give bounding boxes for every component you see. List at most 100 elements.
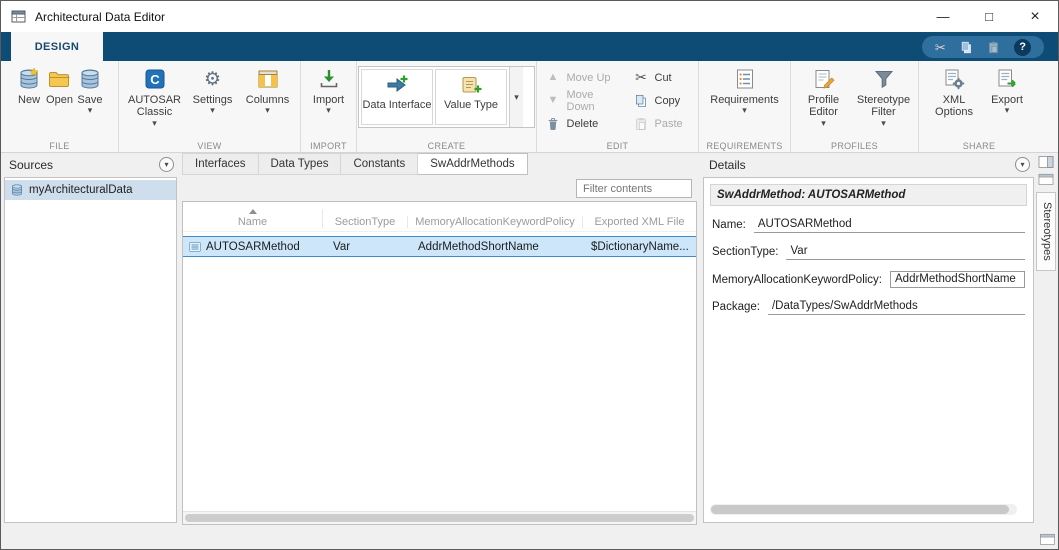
profile-editor-button[interactable]: Profile Editor ▾ (795, 63, 853, 127)
save-button[interactable]: Save ▾ (75, 63, 105, 114)
move-down-button[interactable]: ▼ Move Down (542, 89, 628, 112)
arrow-up-icon: ▲ (548, 72, 559, 83)
new-database-icon (17, 67, 41, 91)
maximize-button[interactable]: □ (966, 1, 1012, 32)
chevron-down-icon: ▾ (210, 106, 215, 114)
chevron-down-icon: ▾ (742, 106, 747, 114)
ribbon-section-view: AUTOSAR Classic ▾ ⚙ Settings ▾ Columns ▾… (119, 61, 301, 152)
funnel-icon (872, 67, 896, 91)
tab-design[interactable]: DESIGN (11, 32, 103, 61)
column-header-memory-policy[interactable]: MemoryAllocationKeywordPolicy (408, 216, 583, 228)
settings-button[interactable]: ⚙ Settings ▾ (186, 63, 240, 127)
column-header-sectiontype[interactable]: SectionType (323, 216, 408, 228)
sources-list: myArchitecturalData (4, 177, 177, 523)
open-folder-icon (47, 67, 71, 91)
scrollbar-thumb[interactable] (711, 505, 1009, 514)
section-label-share: SHARE (919, 141, 1039, 151)
new-button[interactable]: New (14, 63, 44, 114)
memory-policy-label: MemoryAllocationKeywordPolicy: (712, 274, 882, 288)
tab-data-types[interactable]: Data Types (259, 153, 342, 175)
table-horizontal-scrollbar[interactable] (183, 511, 696, 524)
filter-input[interactable] (576, 179, 692, 198)
xml-options-icon (942, 67, 966, 91)
move-up-button[interactable]: ▲ Move Up (542, 66, 628, 89)
database-icon (10, 183, 24, 197)
column-header-exported-xml[interactable]: Exported XML File (583, 216, 696, 228)
paste-icon[interactable] (986, 40, 1001, 55)
corner-panel-icon[interactable] (1039, 532, 1056, 546)
table-header-row: Name SectionType MemoryAllocationKeyword… (183, 202, 696, 232)
open-button[interactable]: Open (44, 63, 75, 114)
section-label-edit: EDIT (537, 141, 698, 151)
details-panel: Details ▾ SwAddrMethod: AUTOSARMethod Na… (701, 153, 1036, 549)
ribbon-section-requirements: Requirements ▾ REQUIREMENTS (699, 61, 791, 152)
stereotypes-side-tab[interactable]: Stereotypes (1036, 192, 1056, 271)
paste-button[interactable]: Paste (630, 112, 694, 135)
export-button[interactable]: Export ▾ (982, 63, 1032, 119)
copy-icon (633, 93, 649, 109)
cut-button[interactable]: ✂ Cut (630, 66, 694, 89)
sources-collapse-button[interactable]: ▾ (159, 157, 174, 172)
sources-panel-title: Sources (9, 158, 53, 172)
close-button[interactable]: × (1012, 1, 1058, 32)
scrollbar-thumb[interactable] (185, 514, 694, 522)
section-label-profiles: PROFILES (791, 141, 918, 151)
section-label-view: VIEW (119, 141, 300, 151)
swaddrmethods-table: Name SectionType MemoryAllocationKeyword… (182, 201, 697, 525)
name-label: Name: (712, 219, 746, 233)
table-row[interactable]: AUTOSARMethod Var AddrMethodShortName $D… (183, 236, 696, 257)
stereotype-filter-button[interactable]: Stereotype Filter ▾ (853, 63, 915, 127)
columns-icon (256, 67, 280, 91)
details-form: SwAddrMethod: AUTOSARMethod Name: AUTOSA… (703, 177, 1034, 523)
copy-icon[interactable] (959, 40, 974, 55)
tab-constants[interactable]: Constants (341, 153, 418, 175)
copy-button[interactable]: Copy (630, 89, 694, 112)
arrow-down-icon: ▼ (548, 95, 559, 106)
gear-icon: ⚙ (204, 70, 221, 89)
sectiontype-label: SectionType: (712, 246, 778, 260)
columns-button[interactable]: Columns ▾ (240, 63, 296, 127)
clipboard-icon (633, 116, 649, 132)
requirements-button[interactable]: Requirements ▾ (704, 63, 786, 114)
import-button[interactable]: Import ▾ (311, 63, 346, 114)
sort-ascending-icon (249, 209, 257, 214)
swaddrmethod-icon (188, 240, 202, 254)
trash-icon (545, 116, 561, 132)
minimize-button[interactable]: — (920, 1, 966, 32)
sectiontype-field[interactable]: Var (786, 244, 1025, 260)
dock-panel-icon[interactable] (1037, 172, 1055, 186)
chevron-down-icon: ▾ (1005, 106, 1010, 114)
tab-swaddrmethods[interactable]: SwAddrMethods (418, 153, 527, 175)
ribbon-section-create: Data Interface Value Type ▾ CREATE (357, 61, 537, 152)
name-field[interactable]: AUTOSARMethod (754, 217, 1025, 233)
scissors-icon: ✂ (633, 69, 650, 86)
autosar-classic-button[interactable]: AUTOSAR Classic ▾ (124, 63, 186, 127)
ribbon: New Open Save ▾ FILE AUTOSAR Classic ▾ ⚙ (1, 61, 1058, 153)
details-panel-title: Details (709, 158, 746, 172)
import-icon (317, 67, 341, 91)
value-type-button[interactable]: Value Type (435, 69, 507, 125)
source-item[interactable]: myArchitecturalData (5, 180, 176, 200)
section-label-create: CREATE (357, 141, 536, 151)
delete-button[interactable]: Delete (542, 112, 628, 135)
help-button[interactable]: ? (1014, 39, 1031, 56)
toolstrip-tab-band: DESIGN ✂ ? (1, 32, 1058, 61)
chevron-down-icon: ▾ (152, 119, 157, 127)
column-header-name[interactable]: Name (183, 209, 323, 228)
autosar-classic-icon (143, 67, 167, 91)
package-field[interactable]: /DataTypes/SwAddrMethods (768, 299, 1025, 315)
data-interface-button[interactable]: Data Interface (361, 69, 433, 125)
tab-interfaces[interactable]: Interfaces (182, 153, 259, 175)
ribbon-section-share: XML Options Export ▾ SHARE (919, 61, 1039, 152)
details-collapse-button[interactable]: ▾ (1015, 157, 1030, 172)
dock-layout-icon[interactable] (1037, 155, 1055, 169)
cut-icon[interactable]: ✂ (935, 41, 946, 54)
xml-options-button[interactable]: XML Options (926, 63, 982, 119)
save-database-icon (78, 67, 102, 91)
chevron-down-icon: ▾ (88, 106, 93, 114)
memory-policy-field[interactable]: AddrMethodShortName (890, 271, 1025, 288)
gallery-dropdown-button[interactable]: ▾ (509, 67, 523, 127)
export-icon (995, 67, 1019, 91)
chevron-down-icon: ▾ (514, 93, 519, 101)
details-horizontal-scrollbar[interactable] (710, 504, 1017, 515)
